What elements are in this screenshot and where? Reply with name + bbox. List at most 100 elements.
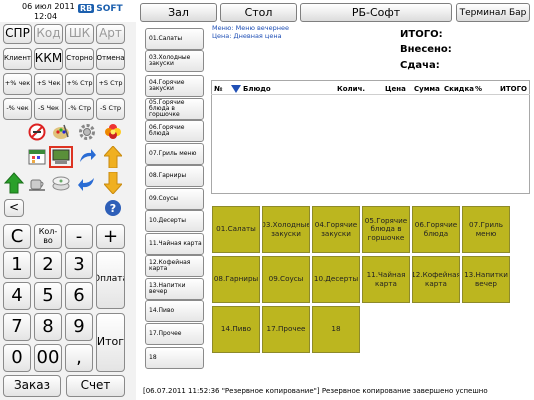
help-icon[interactable]: ?: [104, 199, 122, 217]
arrow-right-icon[interactable]: [78, 148, 96, 166]
category-item[interactable]: 14.Пиво: [145, 300, 204, 322]
digit-7-button[interactable]: 7: [3, 313, 31, 341]
category-item[interactable]: 05.Горячие блюда в горшочке: [145, 98, 204, 120]
digit-2-button[interactable]: 2: [34, 251, 62, 279]
category-item[interactable]: 10.Десерты: [145, 210, 204, 232]
plus-percent-line-button[interactable]: +% Стр: [65, 73, 94, 95]
arrow-up-icon[interactable]: [104, 146, 122, 168]
category-item[interactable]: 12.Кофейная карта: [145, 255, 204, 277]
category-item[interactable]: 03.Холодные закуски: [145, 50, 204, 72]
palette-icon[interactable]: [52, 123, 70, 141]
client-button[interactable]: Клиент: [3, 48, 32, 70]
hall-button[interactable]: Зал: [140, 3, 217, 22]
minus-button[interactable]: -: [65, 224, 93, 249]
plus-button[interactable]: +: [96, 224, 125, 249]
digit-00-button[interactable]: 00: [34, 344, 62, 372]
logo: RB SOFT: [78, 2, 123, 15]
svg-text:?: ?: [110, 202, 116, 215]
total-button[interactable]: Итог: [96, 313, 125, 372]
order-button[interactable]: Заказ: [3, 375, 61, 397]
plus-sum-line-button[interactable]: +S Стр: [96, 73, 125, 95]
category-item[interactable]: 01.Салаты: [145, 28, 204, 50]
arrow-back-icon[interactable]: [78, 174, 96, 192]
menu-label: Меню: Меню вечернее: [212, 24, 290, 32]
change-label: Сдача:: [400, 60, 440, 71]
digit-1-button[interactable]: 1: [3, 251, 31, 279]
clear-button[interactable]: C: [3, 224, 31, 249]
col-total: ИТОГО: [500, 85, 527, 93]
price-label: Цена: Дневная цена: [212, 32, 282, 40]
menu-tile[interactable]: 07.Гриль меню: [462, 206, 510, 253]
menu-tile[interactable]: 05.Горячие блюда в горшочке: [362, 206, 410, 253]
back-button[interactable]: <: [4, 199, 24, 217]
cup-icon[interactable]: [28, 174, 46, 192]
digit-6-button[interactable]: 6: [65, 282, 93, 310]
spr-button[interactable]: СПР: [3, 24, 32, 44]
minus-percent-check-button[interactable]: -% чек: [3, 98, 32, 120]
menu-tile[interactable]: 12.Кофейная карта: [412, 256, 460, 303]
category-item[interactable]: 08.Гарниры: [145, 165, 204, 187]
order-table[interactable]: [211, 80, 530, 194]
rbsoft-button[interactable]: РБ-Софт: [300, 3, 452, 22]
category-item[interactable]: 09.Соусы: [145, 188, 204, 210]
terminal-icon[interactable]: [49, 146, 73, 168]
arrow-green-up-icon[interactable]: [4, 172, 24, 194]
digit-8-button[interactable]: 8: [34, 313, 62, 341]
cancel-button[interactable]: Отмена: [96, 48, 125, 70]
col-discount: Скидка: [444, 85, 474, 93]
category-item[interactable]: 18: [145, 347, 204, 369]
category-item[interactable]: 13.Напитки вечер: [145, 278, 204, 300]
minus-percent-line-button[interactable]: -% Стр: [65, 98, 94, 120]
menu-tile[interactable]: 04.Горячие закуски: [312, 206, 360, 253]
logo-soft: SOFT: [96, 3, 123, 14]
col-price: Цена: [385, 85, 406, 93]
plus-sum-check-button[interactable]: +S Чек: [34, 73, 63, 95]
code-button[interactable]: Код: [34, 24, 63, 44]
menu-tile[interactable]: 01.Салаты: [212, 206, 260, 253]
menu-tile[interactable]: 09.Соусы: [262, 256, 310, 303]
digit-9-button[interactable]: 9: [65, 313, 93, 341]
barcode-button[interactable]: ШК: [65, 24, 94, 44]
bill-button[interactable]: Счет: [66, 375, 125, 397]
plus-percent-check-button[interactable]: +% чек: [3, 73, 32, 95]
no-smoking-icon[interactable]: [28, 123, 46, 141]
qty-button[interactable]: Кол-во: [34, 224, 62, 249]
digit-0-button[interactable]: 0: [3, 344, 31, 372]
flower-icon[interactable]: [104, 123, 122, 141]
menu-tile[interactable]: 17.Прочее: [262, 306, 310, 353]
article-button[interactable]: Арт: [96, 24, 125, 44]
table-button[interactable]: Стол: [220, 3, 297, 22]
gear-icon[interactable]: [78, 123, 96, 141]
time-label: 12:04: [34, 12, 58, 21]
logo-rb: RB: [78, 4, 95, 13]
minus-sum-check-button[interactable]: -S Чек: [34, 98, 63, 120]
menu-tile[interactable]: 11.Чайная карта: [362, 256, 410, 303]
col-num: №: [214, 85, 223, 93]
menu-tile[interactable]: 13.Напитки вечер: [462, 256, 510, 303]
terminal-button[interactable]: Терминал Бар: [456, 3, 530, 22]
digit-4-button[interactable]: 4: [3, 282, 31, 310]
disk-icon[interactable]: [52, 174, 70, 192]
category-item[interactable]: 17.Прочее: [145, 323, 204, 345]
category-item[interactable]: 06.Горячие блюда: [145, 120, 204, 142]
status-bar: [06.07.2011 11:52:36 "Резервное копирова…: [143, 387, 488, 395]
pay-button[interactable]: Оплата: [96, 251, 125, 309]
menu-tile[interactable]: 18: [312, 306, 360, 353]
menu-tile[interactable]: 10.Десерты: [312, 256, 360, 303]
digit-3-button[interactable]: 3: [65, 251, 93, 279]
category-item[interactable]: 11.Чайная карта: [145, 233, 204, 255]
menu-tile[interactable]: 14.Пиво: [212, 306, 260, 353]
order-table-header-line: [211, 94, 530, 95]
arrow-down-icon[interactable]: [104, 172, 122, 194]
comma-button[interactable]: ,: [65, 344, 93, 372]
menu-tile[interactable]: 06.Горячие блюда: [412, 206, 460, 253]
menu-tile[interactable]: 08.Гарниры: [212, 256, 260, 303]
digit-5-button[interactable]: 5: [34, 282, 62, 310]
category-item[interactable]: 04.Горячие закуски: [145, 75, 204, 97]
calendar-icon[interactable]: [28, 148, 46, 166]
category-item[interactable]: 07.Гриль меню: [145, 143, 204, 165]
storno-button[interactable]: Сторно: [65, 48, 94, 70]
kkm-button[interactable]: ККМ: [34, 48, 63, 70]
minus-sum-line-button[interactable]: -S Стр: [96, 98, 125, 120]
menu-tile[interactable]: 03.Холодные закуски: [262, 206, 310, 253]
